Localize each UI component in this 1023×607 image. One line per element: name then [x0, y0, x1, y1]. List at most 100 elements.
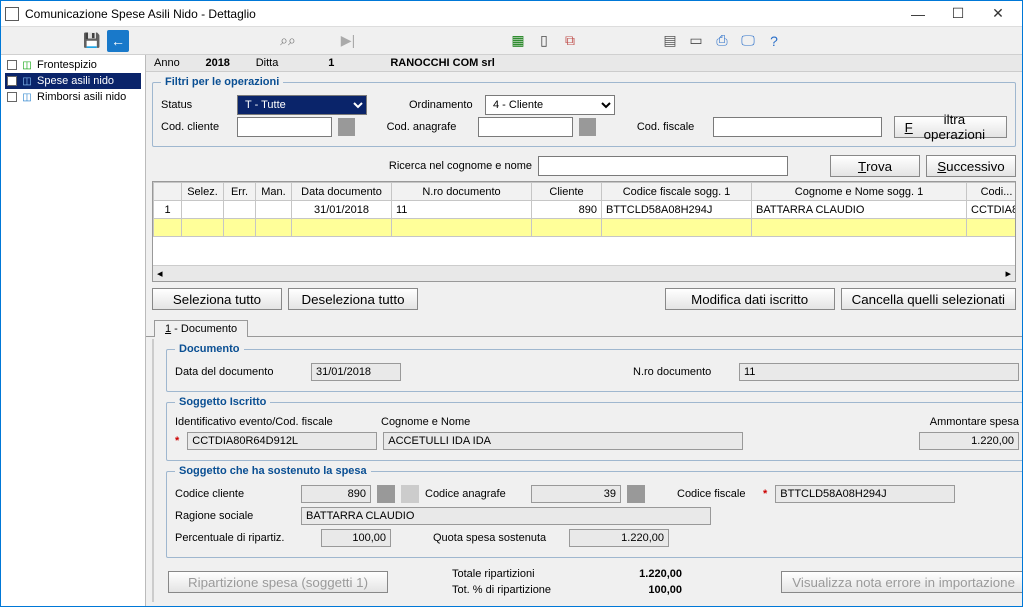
totale-ripartizioni-value: 1.220,00: [592, 568, 682, 580]
sostenuto-legend: Soggetto che ha sostenuto la spesa: [175, 465, 371, 477]
book-icon[interactable]: ▤: [659, 30, 681, 52]
grid: Selez. Err. Man. Data documento N.ro doc…: [152, 181, 1016, 282]
checkbox-icon[interactable]: [7, 92, 17, 102]
minimize-button[interactable]: —: [898, 2, 938, 26]
cod-anagrafe-label: Cod. anagrafe: [387, 121, 472, 133]
sidebar: ◫ Frontespizio ◫ Spese asili nido ◫ Rimb…: [1, 55, 146, 606]
skip-next-icon[interactable]: ▶|: [337, 30, 359, 52]
tree-item-rimborsi-asili-nido[interactable]: ◫ Rimborsi asili nido: [5, 89, 141, 105]
binoculars-icon[interactable]: ⌕⌕: [277, 30, 299, 52]
cell-cf: BTTCLD58A08H294J: [602, 201, 752, 219]
codice-anagrafe-value: 39: [531, 485, 621, 503]
tree-label: Frontespizio: [37, 59, 97, 71]
screen-icon[interactable]: 🖵: [737, 30, 759, 52]
id-evento-label: Identificativo evento/Cod. fiscale: [175, 416, 375, 428]
ruler-icon[interactable]: ⧉: [559, 30, 581, 52]
book-icon: ◫: [21, 75, 33, 87]
percentuale-label: Percentuale di ripartiz.: [175, 532, 315, 544]
ripartizione-spesa-button[interactable]: Ripartizione spesa (soggetti 1): [168, 571, 388, 593]
toolbar: 💾 ← ⌕⌕ ▶| ▦ ▯ ⧉ ▤ ▭ ⎙ 🖵 ?: [1, 27, 1022, 55]
data-doc-label: Data del documento: [175, 366, 305, 378]
nro-doc-label: N.ro documento: [633, 366, 733, 378]
cognome-nome-label: Cognome e Nome: [381, 416, 581, 428]
ditta-name: RANOCCHI COM srl: [384, 57, 495, 69]
table-row[interactable]: 1 31/01/2018 11 890 BTTCLD58A08H294J BAT…: [154, 201, 1017, 219]
col-nome[interactable]: Cognome e Nome sogg. 1: [752, 183, 967, 201]
ammontare-label: Ammontare spesa: [919, 416, 1019, 428]
ammontare-value: 1.220,00: [919, 432, 1019, 450]
col-cliente[interactable]: Cliente: [532, 183, 602, 201]
print-icon[interactable]: ⎙: [711, 30, 733, 52]
iscritto-legend: Soggetto Iscritto: [175, 396, 270, 408]
filtra-operazioni-button[interactable]: Filtra operazioni: [894, 116, 1007, 138]
grid-table[interactable]: Selez. Err. Man. Data documento N.ro doc…: [153, 182, 1016, 237]
col-data[interactable]: Data documento: [292, 183, 392, 201]
codice-cliente-label: Codice cliente: [175, 488, 295, 500]
ditta-label: Ditta: [256, 57, 279, 69]
codice-fiscale-value: BTTCLD58A08H294J: [775, 485, 955, 503]
titlebar: Comunicazione Spese Asili Nido - Dettagl…: [1, 1, 1022, 27]
status-select[interactable]: T - Tutte: [237, 95, 367, 115]
codice-fiscale-label: Codice fiscale: [677, 488, 757, 500]
cod-fiscale-input[interactable]: [713, 117, 882, 137]
tab-documento[interactable]: 1 - Documento: [154, 320, 248, 337]
seleziona-tutto-button[interactable]: Seleziona tutto: [152, 288, 282, 310]
cod-cliente-input[interactable]: [237, 117, 332, 137]
col-err[interactable]: Err.: [224, 183, 256, 201]
col-cf[interactable]: Codice fiscale sogg. 1: [602, 183, 752, 201]
visualizza-nota-button[interactable]: Visualizza nota errore in importazione: [781, 571, 1022, 593]
quota-spesa-value: 1.220,00: [569, 529, 669, 547]
cancella-selezionati-button[interactable]: Cancella quelli selezionati: [841, 288, 1016, 310]
status-label: Status: [161, 99, 231, 111]
excel-icon[interactable]: ▦: [507, 30, 529, 52]
checkbox-icon[interactable]: [7, 60, 17, 70]
required-marker: *: [175, 435, 179, 447]
col-nro[interactable]: N.ro documento: [392, 183, 532, 201]
ricerca-input[interactable]: [538, 156, 788, 176]
help-icon[interactable]: ?: [763, 30, 785, 52]
lookup-cliente-button[interactable]: [377, 485, 395, 503]
trova-button[interactable]: Trova: [830, 155, 920, 177]
col-selez[interactable]: Selez.: [182, 183, 224, 201]
cell-sel[interactable]: [182, 201, 224, 219]
anno-value: 2018: [188, 57, 248, 69]
lookup-anagrafe-button[interactable]: [579, 118, 596, 136]
tot-perc-label: Tot. % di ripartizione: [452, 584, 572, 596]
successivo-button[interactable]: Successivo: [926, 155, 1016, 177]
cell-cod2: CCTDIA80: [967, 201, 1017, 219]
close-button[interactable]: ✕: [978, 2, 1018, 26]
header-line: Anno 2018 Ditta 1 RANOCCHI COM srl: [146, 55, 1022, 72]
cod-anagrafe-input[interactable]: [478, 117, 573, 137]
back-icon[interactable]: ←: [107, 30, 129, 52]
percentuale-value: 100,00: [321, 529, 391, 547]
window-title: Comunicazione Spese Asili Nido - Dettagl…: [25, 7, 898, 21]
col-num[interactable]: [154, 183, 182, 201]
checkbox-icon[interactable]: [7, 76, 17, 86]
lookup-cliente2-button[interactable]: [401, 485, 419, 503]
deseleziona-tutto-button[interactable]: Deseleziona tutto: [288, 288, 418, 310]
tree-item-frontespizio[interactable]: ◫ Frontespizio: [5, 57, 141, 73]
save-icon[interactable]: 💾: [81, 30, 103, 52]
tot-perc-value: 100,00: [592, 584, 682, 596]
lookup-anagrafe-button[interactable]: [627, 485, 645, 503]
codice-cliente-value: 890: [301, 485, 371, 503]
col-cod2[interactable]: Codi...: [967, 183, 1017, 201]
cod-fiscale-label: Cod. fiscale: [637, 121, 707, 133]
ordinamento-label: Ordinamento: [409, 99, 479, 111]
scrollbar-horizontal[interactable]: ◂▸: [153, 265, 1015, 281]
sostenuto-fieldset: Soggetto che ha sostenuto la spesa Codic…: [166, 465, 1022, 558]
column-icon[interactable]: ▯: [533, 30, 555, 52]
required-marker: *: [763, 488, 767, 500]
tree-label: Spese asili nido: [37, 75, 114, 87]
filters-fieldset: Filtri per le operazioni Status T - Tutt…: [152, 76, 1016, 147]
modifica-dati-button[interactable]: Modifica dati iscritto: [665, 288, 835, 310]
col-man[interactable]: Man.: [256, 183, 292, 201]
lookup-cliente-button[interactable]: [338, 118, 355, 136]
book-icon: ◫: [21, 91, 33, 103]
ordinamento-select[interactable]: 4 - Cliente: [485, 95, 615, 115]
maximize-button[interactable]: ☐: [938, 2, 978, 26]
tree-item-spese-asili-nido[interactable]: ◫ Spese asili nido: [5, 73, 141, 89]
calc-icon[interactable]: ▭: [685, 30, 707, 52]
table-row[interactable]: [154, 219, 1017, 237]
detail-sidebar: [152, 339, 154, 602]
